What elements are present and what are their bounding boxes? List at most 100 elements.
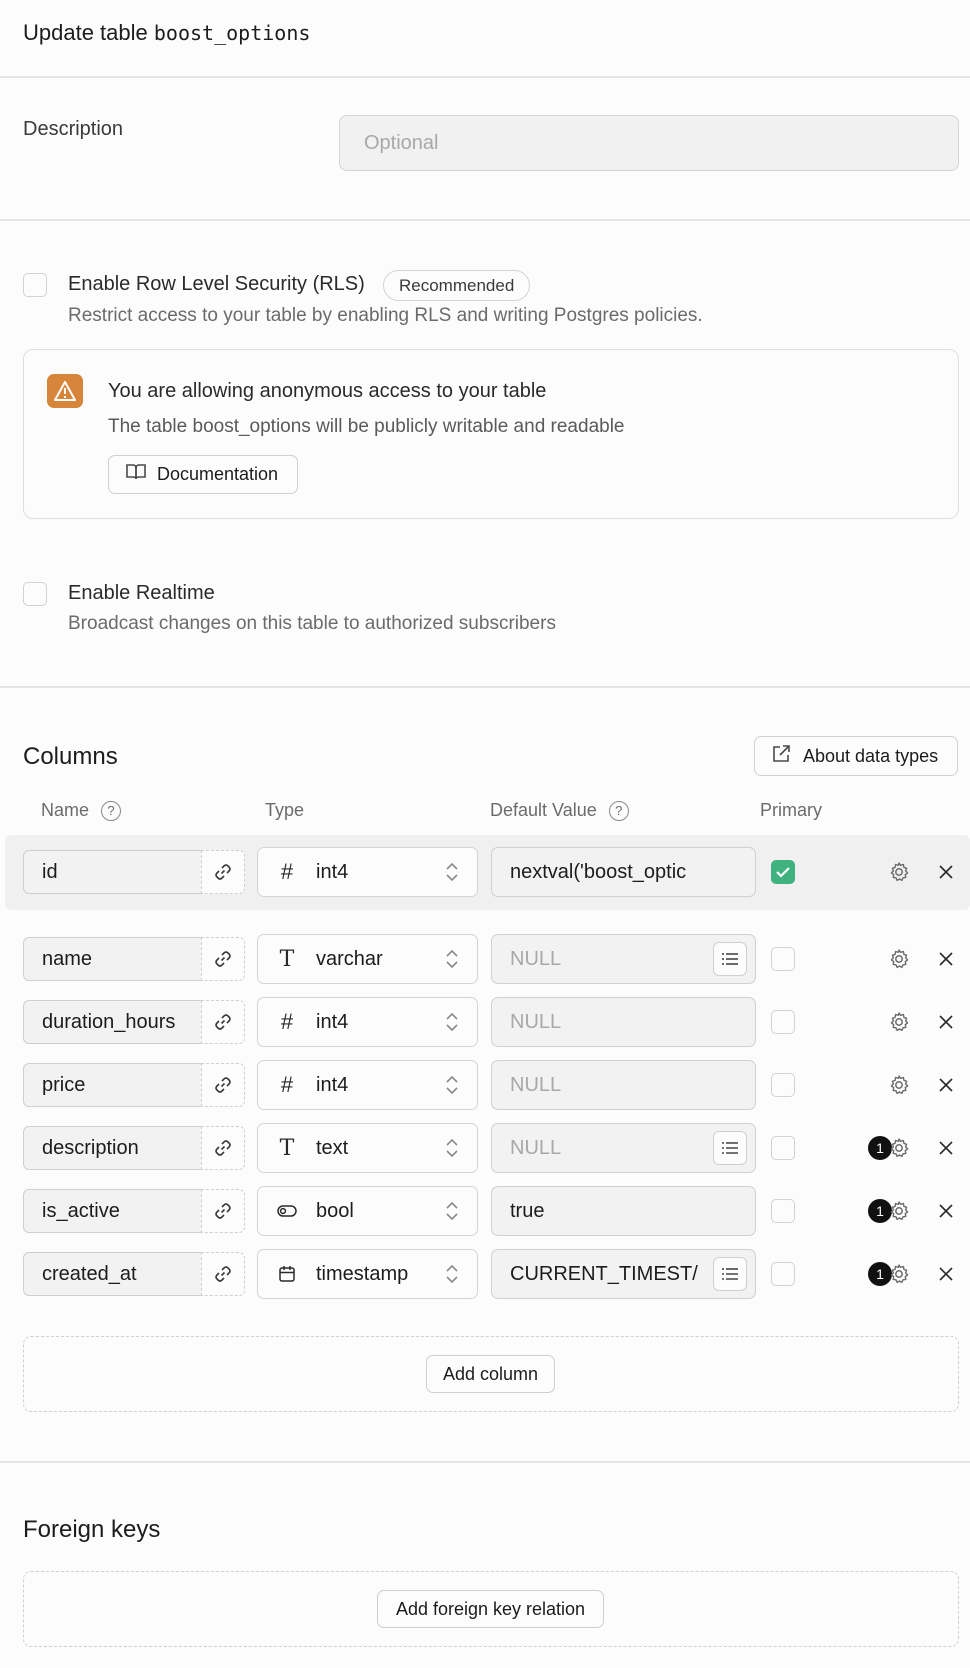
column-type-select[interactable]: # int4 xyxy=(257,847,478,897)
header-type-label: Type xyxy=(265,800,305,820)
column-type-select[interactable]: Ttext xyxy=(257,1123,478,1173)
gear-icon[interactable] xyxy=(888,1200,910,1227)
about-data-types-button[interactable]: About data types xyxy=(754,736,958,776)
default-value-input[interactable]: NULL xyxy=(491,997,756,1047)
link-icon[interactable] xyxy=(201,1126,245,1170)
help-icon[interactable]: ? xyxy=(608,800,629,821)
description-label: Description xyxy=(23,118,124,140)
warning-title: You are allowing anonymous access to you… xyxy=(108,380,547,402)
divider xyxy=(0,76,970,78)
column-type-select[interactable]: timestamp xyxy=(257,1249,478,1299)
header-default-value: Default Value ? xyxy=(490,800,629,821)
list-icon[interactable] xyxy=(713,1257,747,1291)
header-type: Type xyxy=(265,800,304,821)
default-value-input[interactable]: CURRENT_TIMEST/ xyxy=(491,1249,756,1299)
column-type-select[interactable]: # int4 xyxy=(257,1060,478,1110)
default-value-text: NULL xyxy=(510,947,562,970)
primary-key-checkbox[interactable] xyxy=(771,1136,795,1160)
default-value-text: nextval('boost_optic xyxy=(510,860,687,883)
close-icon[interactable] xyxy=(938,1014,954,1035)
calendar-icon xyxy=(258,1265,316,1283)
primary-key-checkbox[interactable] xyxy=(771,1010,795,1034)
header-name: Name ? xyxy=(41,800,122,821)
add-foreign-key-button[interactable]: Add foreign key relation xyxy=(377,1590,604,1628)
column-type-select[interactable]: bool xyxy=(257,1186,478,1236)
gear-icon[interactable] xyxy=(888,1074,910,1101)
recommended-badge: Recommended xyxy=(383,270,531,301)
link-icon[interactable] xyxy=(201,1252,245,1296)
header-primary-label: Primary xyxy=(760,800,822,820)
column-name-input[interactable]: created_at xyxy=(23,1252,203,1296)
default-value-input[interactable]: NULL xyxy=(491,1060,756,1110)
gear-icon[interactable] xyxy=(888,861,910,888)
column-name-input[interactable]: id xyxy=(23,850,203,894)
chevron-updown-icon xyxy=(427,1010,477,1034)
link-icon[interactable] xyxy=(201,937,245,981)
close-icon[interactable] xyxy=(938,1203,954,1224)
column-type-label: varchar xyxy=(316,947,383,970)
column-type-select[interactable]: Tvarchar xyxy=(257,934,478,984)
header-primary: Primary xyxy=(760,800,822,821)
table-name: boost_options xyxy=(153,21,311,45)
documentation-button[interactable]: Documentation xyxy=(108,455,298,494)
default-value-text: NULL xyxy=(510,1073,562,1096)
help-icon[interactable]: ? xyxy=(101,800,122,821)
gear-icon[interactable] xyxy=(888,1137,910,1164)
rls-label: Enable Row Level Security (RLS) xyxy=(68,273,365,295)
default-value-input[interactable]: NULL xyxy=(491,1123,756,1173)
default-value-input[interactable]: NULL xyxy=(491,934,756,984)
realtime-checkbox[interactable] xyxy=(23,582,47,606)
hash-icon: # xyxy=(280,1009,294,1034)
description-placeholder: Optional xyxy=(364,131,439,154)
default-value-input[interactable]: true xyxy=(491,1186,756,1236)
gear-icon[interactable] xyxy=(888,948,910,975)
close-icon[interactable] xyxy=(938,864,954,885)
column-type-select[interactable]: # int4 xyxy=(257,997,478,1047)
link-icon[interactable] xyxy=(201,1000,245,1044)
column-name-input[interactable]: description xyxy=(23,1126,203,1170)
chevron-updown-icon xyxy=(427,860,477,884)
page-title: Update table boost_options xyxy=(23,20,310,46)
column-type-label: int4 xyxy=(316,860,349,883)
gear-icon[interactable] xyxy=(888,1011,910,1038)
column-name-input[interactable]: price xyxy=(23,1063,203,1107)
chevron-updown-icon xyxy=(427,1262,477,1286)
primary-key-checkbox[interactable] xyxy=(771,1262,795,1286)
list-icon[interactable] xyxy=(713,1131,747,1165)
gear-icon[interactable] xyxy=(888,1263,910,1290)
close-icon[interactable] xyxy=(938,1140,954,1161)
realtime-description: Broadcast changes on this table to autho… xyxy=(68,613,556,634)
add-column-button[interactable]: Add column xyxy=(426,1355,555,1393)
column-type-label: text xyxy=(316,1136,349,1159)
primary-key-checkbox[interactable] xyxy=(771,947,795,971)
column-type-label: timestamp xyxy=(316,1262,409,1285)
divider xyxy=(0,686,970,688)
rls-checkbox[interactable] xyxy=(23,273,47,297)
close-icon[interactable] xyxy=(938,951,954,972)
link-icon[interactable] xyxy=(201,1063,245,1107)
hash-icon: # xyxy=(280,859,294,884)
divider xyxy=(0,219,970,221)
column-name-input[interactable]: duration_hours xyxy=(23,1000,203,1044)
header-name-label: Name xyxy=(41,800,90,820)
default-value-input[interactable]: nextval('boost_optic xyxy=(491,847,756,897)
foreign-keys-title: Foreign keys xyxy=(23,1516,161,1543)
external-link-icon xyxy=(771,744,791,769)
column-name-input[interactable]: name xyxy=(23,937,203,981)
description-input[interactable]: Optional xyxy=(339,115,959,171)
link-icon[interactable] xyxy=(201,850,245,894)
primary-key-checkbox[interactable] xyxy=(771,1073,795,1097)
column-type-label: int4 xyxy=(316,1073,349,1096)
list-icon[interactable] xyxy=(713,942,747,976)
toggle-icon xyxy=(258,1204,316,1218)
text-type-icon: T xyxy=(279,1135,295,1161)
default-value-text: true xyxy=(510,1199,545,1222)
close-icon[interactable] xyxy=(938,1077,954,1098)
close-icon[interactable] xyxy=(938,1266,954,1287)
primary-key-checkbox[interactable] xyxy=(771,1199,795,1223)
column-name-input[interactable]: is_active xyxy=(23,1189,203,1233)
primary-key-checkbox[interactable] xyxy=(771,860,795,884)
rls-description: Restrict access to your table by enablin… xyxy=(68,305,703,326)
hash-icon: # xyxy=(280,1072,294,1097)
link-icon[interactable] xyxy=(201,1189,245,1233)
